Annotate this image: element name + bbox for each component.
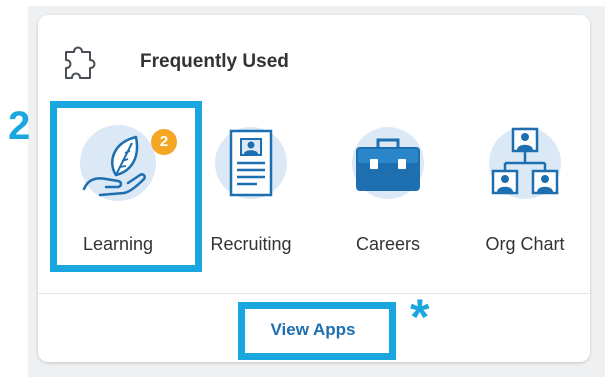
app-label: Org Chart [485,234,565,254]
app-org-chart[interactable]: Org Chart [460,113,590,273]
app-careers[interactable]: Careers [323,113,453,273]
step-number: 2 [8,104,31,148]
briefcase-icon [348,123,428,203]
card-title: Frequently Used [140,51,289,72]
org-chart-icon [485,123,565,203]
footer-divider [38,293,590,294]
asterisk-marker: * [410,289,430,345]
app-recruiting[interactable]: Recruiting [186,113,316,273]
page: Frequently Used 2 Learning Recruiting Ca… [0,0,605,377]
app-label: Careers [355,234,421,254]
view-apps-highlight-box [238,302,396,360]
app-label: Recruiting [210,234,292,254]
learning-highlight-box [50,101,202,272]
card-header: Frequently Used [60,37,289,87]
resume-document-icon [211,123,291,203]
puzzle-icon [60,38,108,86]
